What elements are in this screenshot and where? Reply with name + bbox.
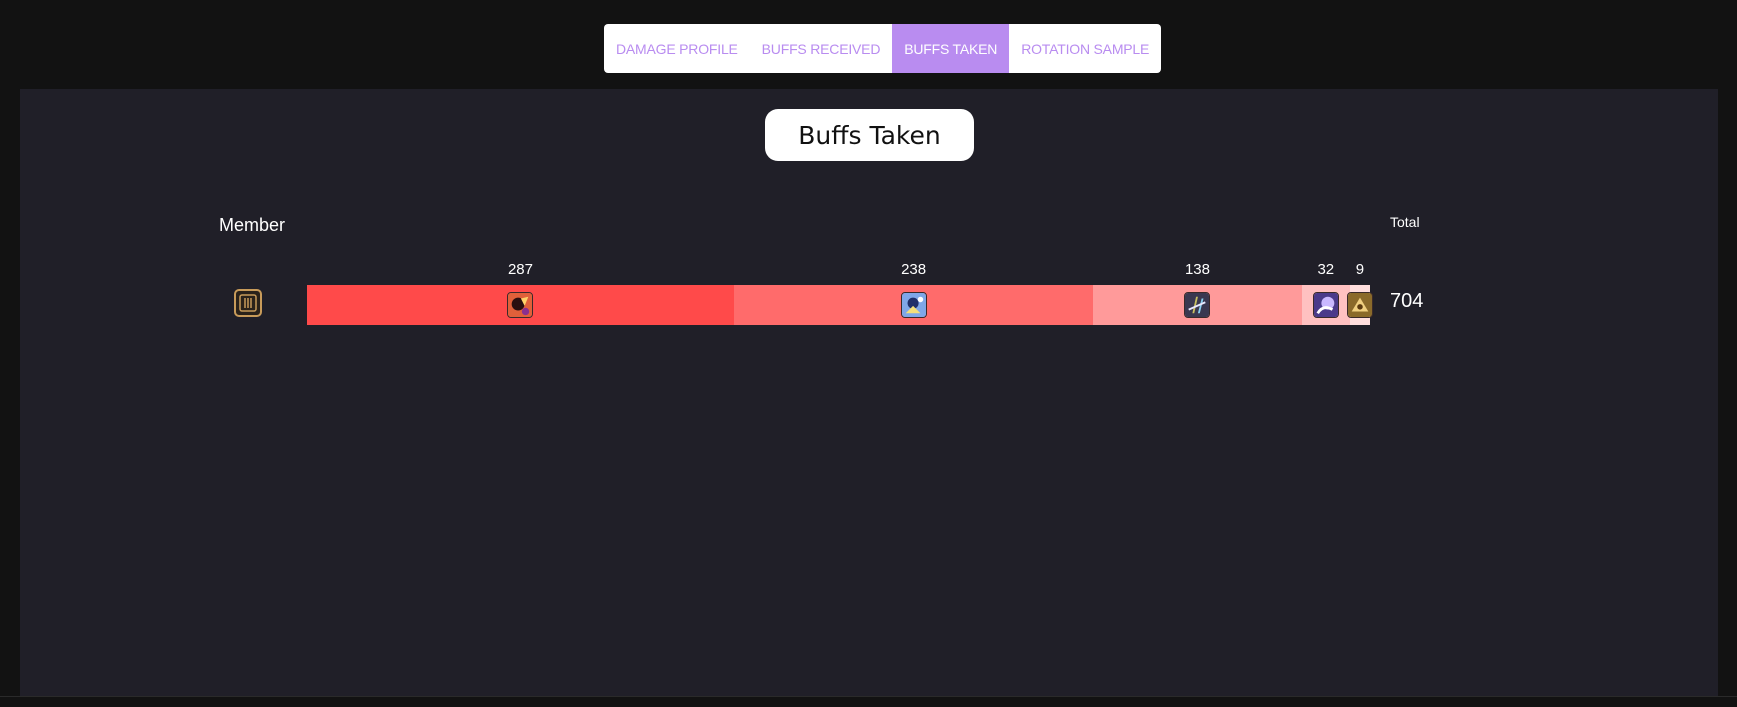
total-value: 704 bbox=[1390, 290, 1424, 312]
buff-segment[interactable]: 9 bbox=[1346, 261, 1373, 325]
job-icon bbox=[234, 289, 262, 317]
segment-value: 287 bbox=[507, 261, 533, 278]
bottom-strip bbox=[0, 696, 1737, 707]
content-panel bbox=[20, 89, 1718, 697]
buff-icon-1 bbox=[507, 292, 534, 318]
segment-value: 238 bbox=[901, 261, 927, 278]
segment-value: 9 bbox=[1355, 261, 1365, 278]
tab-damage-profile[interactable]: DAMAGE PROFILE bbox=[604, 24, 750, 73]
buff-segment[interactable]: 287 bbox=[307, 261, 734, 325]
tab-buffs-taken[interactable]: BUFFS TAKEN bbox=[892, 24, 1010, 73]
total-column-header: Total bbox=[1390, 214, 1420, 230]
buff-segment[interactable]: 238 bbox=[733, 261, 1094, 325]
tab-bar: DAMAGE PROFILE BUFFS RECEIVED BUFFS TAKE… bbox=[604, 24, 1162, 73]
buff-icon-5 bbox=[1346, 292, 1373, 318]
tab-buffs-received[interactable]: BUFFS RECEIVED bbox=[750, 24, 893, 73]
buff-segment[interactable]: 32 bbox=[1301, 261, 1350, 325]
segment-value: 32 bbox=[1317, 261, 1335, 278]
segment-value: 138 bbox=[1184, 261, 1210, 278]
tab-rotation-sample[interactable]: ROTATION SAMPLE bbox=[1009, 24, 1161, 73]
buff-icon-2 bbox=[900, 292, 927, 318]
member-column-header: Member bbox=[219, 215, 286, 235]
page-title: Buffs Taken bbox=[765, 109, 974, 161]
buff-icon-3 bbox=[1184, 292, 1211, 318]
buff-bar: 287 238 138 32 9 bbox=[307, 261, 1373, 325]
buff-icon-4 bbox=[1312, 292, 1339, 318]
buff-segment[interactable]: 138 bbox=[1093, 261, 1302, 325]
